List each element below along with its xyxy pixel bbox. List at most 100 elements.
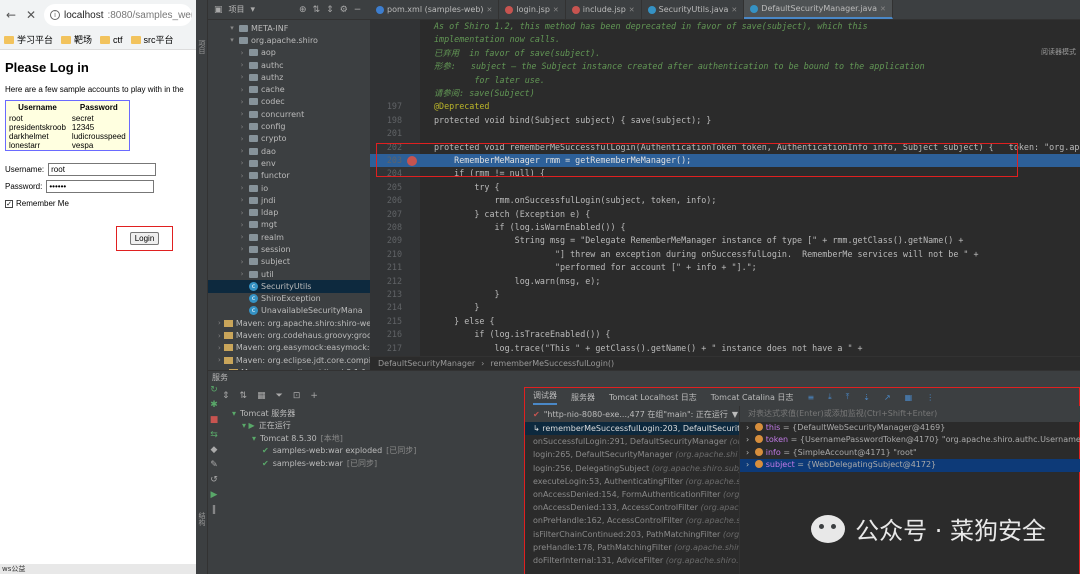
variable-row[interactable]: › subject = {WebDelegatingSubject@4172} <box>740 459 1080 472</box>
reader-mode-toggle[interactable]: 阅读器模式 <box>1041 47 1076 57</box>
collapse-icon[interactable]: ⇅ <box>313 5 321 15</box>
stack-frame[interactable]: login:265, DefaultSecurityManager (org.a… <box>525 448 739 461</box>
debug-icon[interactable]: ✱ <box>208 400 220 415</box>
update-icon[interactable]: ◆ <box>208 445 220 460</box>
resume-icon[interactable]: ▶ <box>208 490 220 505</box>
remember-me-checkbox[interactable]: ✓ <box>5 199 13 208</box>
line-number[interactable]: 207 <box>370 208 402 221</box>
stack-frame[interactable]: onSuccessfulLogin:291, DefaultSecurityMa… <box>525 435 739 448</box>
evaluate-input[interactable]: 对表达式求值(Enter)或添加监视(Ctrl+Shift+Enter) <box>740 406 1080 422</box>
step-out-icon[interactable]: ↗ <box>884 393 891 402</box>
bookmark-item[interactable]: ctf <box>100 35 123 45</box>
expand-arrow-icon[interactable]: › <box>238 245 246 253</box>
pause-icon[interactable]: ‖ <box>208 505 220 520</box>
expand-arrow-icon[interactable]: › <box>238 110 246 118</box>
service-item[interactable]: ✔ samples-web:war exploded [已同步] <box>222 445 502 458</box>
group-icon[interactable]: ▦ <box>257 391 266 401</box>
expand-arrow-icon[interactable]: › <box>238 61 246 69</box>
tree-item[interactable]: › ldap <box>208 206 370 218</box>
tree-item[interactable]: c SecurityUtils <box>208 280 370 293</box>
expand-arrow-icon[interactable]: › <box>218 332 221 340</box>
username-input[interactable] <box>48 163 157 176</box>
service-item[interactable]: ▾ ▶ 正在运行 <box>222 420 502 433</box>
step-into-icon[interactable]: ⤒ <box>846 392 850 402</box>
tree-item[interactable]: ▾ META-INF <box>208 22 370 34</box>
tree-item[interactable]: › mgt <box>208 219 370 231</box>
editor-tab[interactable]: pom.xml (samples-web) ✕ <box>370 0 500 19</box>
line-number[interactable]: 210 <box>370 248 402 261</box>
expand-arrow-icon[interactable]: › <box>238 159 246 167</box>
tree-item[interactable]: › config <box>208 120 370 132</box>
variable-row[interactable]: › this = {DefaultWebSecurityManager@4169… <box>740 422 1080 434</box>
collapse-all-icon[interactable]: ⇅ <box>240 391 248 401</box>
breadcrumb-class[interactable]: DefaultSecurityManager <box>378 359 475 368</box>
tree-item[interactable]: › concurrent <box>208 108 370 120</box>
expand-arrow-icon[interactable]: › <box>238 270 246 278</box>
thread-selector[interactable]: ✔ "http-nio-8080-exe...,477 在组"main": 正在… <box>525 406 739 422</box>
line-number[interactable]: 205 <box>370 181 402 194</box>
gear-icon[interactable]: ⚙ <box>340 5 348 15</box>
expand-arrow-icon[interactable]: › <box>238 86 246 94</box>
stack-frame[interactable]: ↳ rememberMeSuccessfulLogin:203, Default… <box>525 422 739 436</box>
expand-arrow-icon[interactable]: › <box>746 460 752 469</box>
deploy-icon[interactable]: ⇆ <box>208 430 220 445</box>
add-icon[interactable]: + <box>310 391 318 401</box>
debug-tab[interactable]: 调试器 <box>533 390 557 405</box>
line-number[interactable]: 217 <box>370 342 402 355</box>
tree-item[interactable]: › env <box>208 157 370 169</box>
expand-arrow-icon[interactable]: › <box>218 344 221 352</box>
bookmark-item[interactable]: src平台 <box>130 33 174 46</box>
tree-item[interactable]: › dao <box>208 145 370 157</box>
stack-frame[interactable]: onPreHandle:162, AccessControlFilter (or… <box>525 514 739 527</box>
service-item[interactable]: ▾ Tomcat 8.5.30 [本地] <box>222 432 502 445</box>
close-tab-icon[interactable]: ✕ <box>629 6 635 14</box>
expand-arrow-icon[interactable]: › <box>238 147 246 155</box>
tree-item[interactable]: › Maven: org.eclipse.jdt.core.compile <box>208 354 370 366</box>
tree-item[interactable]: › codec <box>208 96 370 108</box>
target-icon[interactable]: ⊕ <box>299 5 307 15</box>
line-number[interactable]: 206 <box>370 194 402 207</box>
expand-arrow-icon[interactable]: › <box>238 98 246 106</box>
line-number[interactable]: 208 <box>370 221 402 234</box>
tree-item[interactable]: › realm <box>208 231 370 243</box>
bookmark-item[interactable]: 靶场 <box>61 33 92 46</box>
filter-icon[interactable]: ⏷ <box>276 391 283 401</box>
stop-icon[interactable]: ■ <box>208 415 220 430</box>
expand-arrow-icon[interactable]: › <box>218 356 221 364</box>
tree-item[interactable]: › cache <box>208 83 370 95</box>
debug-tab[interactable]: 服务器 <box>571 392 595 403</box>
editor-tab[interactable]: include.jsp ✕ <box>566 0 642 19</box>
line-number[interactable]: 201 <box>370 127 402 140</box>
line-number[interactable]: 209 <box>370 234 402 247</box>
expand-arrow-icon[interactable]: ▾ <box>228 24 236 32</box>
tree-item[interactable]: › authz <box>208 71 370 83</box>
password-input[interactable] <box>46 180 155 193</box>
project-tool-label[interactable]: 项目 <box>197 40 207 54</box>
close-tab-icon[interactable]: ✕ <box>880 5 886 13</box>
debug-tab[interactable]: Tomcat Localhost 日志 <box>609 392 697 403</box>
expand-arrow-icon[interactable]: › <box>238 49 246 57</box>
expand-arrow-icon[interactable]: › <box>238 73 246 81</box>
structure-tool-label[interactable]: 结构 <box>197 512 207 526</box>
stack-frame[interactable]: onAccessDenied:154, FormAuthenticationFi… <box>525 488 739 501</box>
more-icon[interactable]: ⋮ <box>926 393 934 402</box>
variable-row[interactable]: › token = {UsernamePasswordToken@4170} "… <box>740 434 1080 446</box>
tree-item[interactable]: › jndi <box>208 194 370 206</box>
filter-frames-icon[interactable]: ▼ <box>732 410 738 419</box>
expand-arrow-icon[interactable]: › <box>746 423 752 432</box>
expand-arrow-icon[interactable]: › <box>238 172 246 180</box>
back-icon[interactable]: ← <box>4 8 18 22</box>
tree-item[interactable]: › authc <box>208 59 370 71</box>
editor-tab[interactable]: login.jsp ✕ <box>499 0 566 19</box>
stack-frame[interactable]: isFilterChainContinued:203, PathMatching… <box>525 528 739 541</box>
login-button[interactable]: Login <box>129 232 160 245</box>
project-label[interactable]: 项目 <box>229 4 245 15</box>
stack-frame[interactable]: preHandle:178, PathMatchingFilter (org.a… <box>525 541 739 554</box>
expand-icon[interactable]: ⇕ <box>326 5 334 15</box>
expand-arrow-icon[interactable]: › <box>238 123 246 131</box>
tree-item[interactable]: ▾ org.apache.shiro <box>208 34 370 46</box>
close-tab-icon[interactable]: ✕ <box>731 6 737 14</box>
tree-item[interactable]: › io <box>208 182 370 194</box>
code-area[interactable]: As of Shiro 1.2, this method has been de… <box>370 20 1080 356</box>
line-number[interactable]: 211 <box>370 261 402 274</box>
